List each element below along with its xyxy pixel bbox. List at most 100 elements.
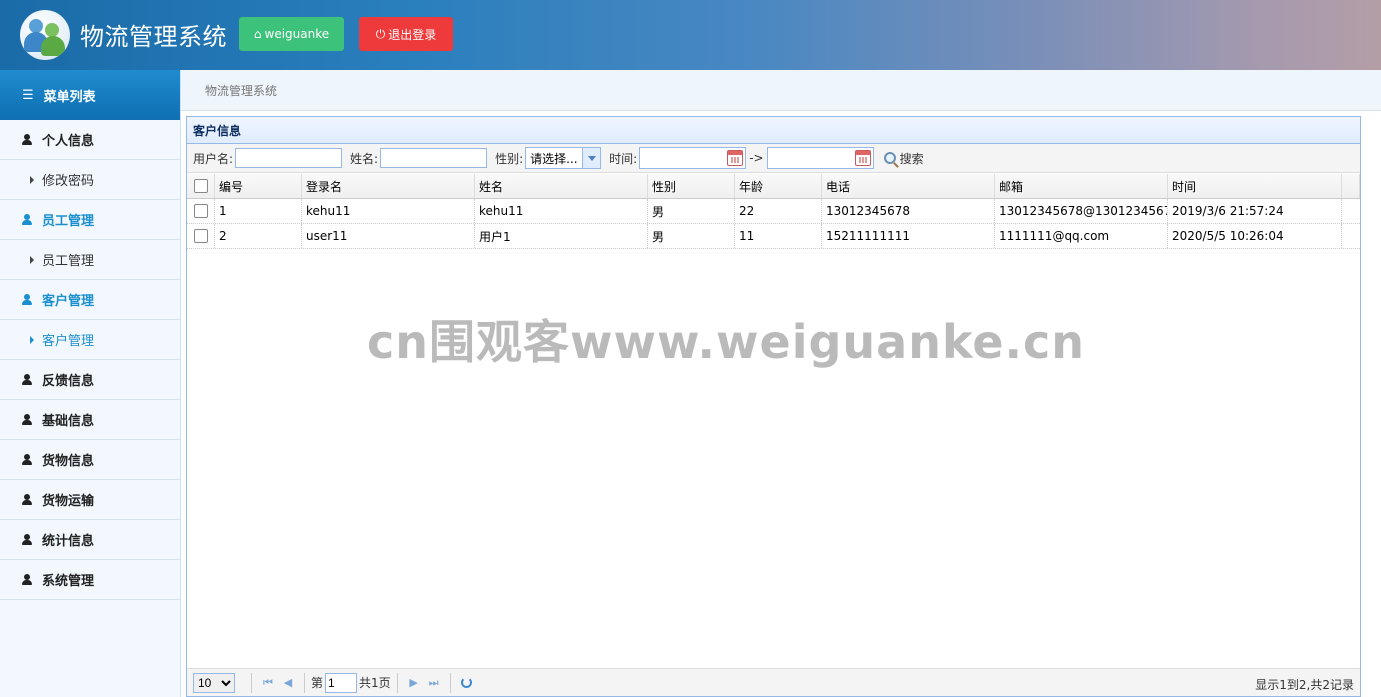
- sidebar-item-label: 反馈信息: [42, 374, 95, 389]
- column-header[interactable]: 时间: [1168, 174, 1342, 198]
- sidebar-group[interactable]: 系统管理: [0, 560, 180, 600]
- user-icon: [22, 294, 32, 305]
- column-header[interactable]: 年龄: [735, 174, 822, 198]
- top-header: 物流管理系统 ⌂ weiguanke ⏻ 退出登录: [0, 0, 1381, 70]
- table-cell: 2019/3/6 21:57:24: [1168, 199, 1342, 223]
- sidebar-subitem[interactable]: 修改密码: [0, 160, 180, 200]
- sex-select[interactable]: 请选择...: [525, 147, 602, 169]
- pager-separator: [251, 672, 252, 693]
- sidebar: ☰ 菜单列表 个人信息 修改密码 员工管理 员工管理 客户管理 客户管理 反馈信息 基础信息货…: [0, 70, 181, 697]
- pager-info: 显示1到2,共2记录: [1255, 678, 1354, 692]
- select-all-checkbox[interactable]: [193, 179, 208, 193]
- sidebar-item-label: 客户管理: [42, 334, 95, 349]
- first-page-icon[interactable]: ⏮: [258, 673, 278, 693]
- pager-separator: [449, 672, 451, 693]
- row-checkbox[interactable]: [193, 204, 208, 218]
- breadcrumb-item[interactable]: 物流管理系统: [205, 82, 277, 99]
- refresh-icon[interactable]: [457, 673, 477, 693]
- sidebar-group[interactable]: 统计信息: [0, 520, 180, 560]
- sidebar-group[interactable]: 反馈信息: [0, 360, 180, 400]
- sidebar-group[interactable]: 个人信息: [0, 120, 180, 160]
- calendar-icon[interactable]: [854, 150, 871, 166]
- sidebar-group[interactable]: 客户管理: [0, 280, 180, 320]
- grid-body: 1 kehu11 kehu11 男 22 13012345678 13012345678@1…: [187, 199, 1360, 249]
- user-icon: [22, 454, 32, 465]
- row-checkbox[interactable]: [193, 229, 208, 243]
- time-from-datebox[interactable]: [639, 147, 747, 169]
- column-header[interactable]: 电话: [822, 174, 995, 198]
- sidebar-item-label: 员工管理: [42, 254, 95, 269]
- sidebar-menu-list: 个人信息 修改密码 员工管理 员工管理 客户管理 客户管理 反馈信息 基础信息 货物信息 货物运输…: [0, 120, 180, 600]
- table-row[interactable]: 1 kehu11 kehu11 男 22 13012345678 13012345678@1…: [187, 199, 1360, 224]
- sidebar-group[interactable]: 货物运输: [0, 480, 180, 520]
- panel-title: 客户信息: [187, 117, 1360, 144]
- select-all-checkbox-cell: [187, 174, 215, 198]
- search-icon: [883, 152, 896, 164]
- table-cell: 15211111111: [822, 224, 995, 248]
- user-icon: [22, 534, 32, 545]
- range-arrow: ->: [749, 151, 764, 165]
- prev-page-icon[interactable]: ◀: [278, 673, 298, 693]
- name-label: 姓名:: [350, 151, 379, 166]
- table-cell: 用户1: [475, 224, 648, 248]
- calendar-icon[interactable]: [727, 150, 744, 166]
- customer-grid: 编号 登录名 姓名 性别 年龄 电话 邮箱 时间 1 kehu11 kehu11 男 22 130123…: [187, 174, 1360, 249]
- row-checkbox-cell: [187, 199, 215, 223]
- pager-separator: [396, 672, 398, 693]
- sidebar-subitem[interactable]: 客户管理: [0, 320, 180, 360]
- list-icon: ☰: [22, 87, 34, 103]
- user-icon: [22, 214, 32, 225]
- table-cell: 1111111@qq.com: [995, 224, 1168, 248]
- column-header[interactable]: 编号: [215, 174, 302, 198]
- page-prefix: 第: [311, 676, 324, 690]
- sidebar-group[interactable]: 员工管理: [0, 200, 180, 240]
- app-title: 物流管理系统: [80, 23, 227, 51]
- sex-label: 性别:: [495, 151, 524, 166]
- search-button[interactable]: 搜索: [883, 150, 924, 167]
- username-label: 用户名:: [193, 151, 234, 166]
- caret-right-icon: [30, 255, 34, 264]
- sidebar-group[interactable]: 货物信息: [0, 440, 180, 480]
- sidebar-menu-header: ☰ 菜单列表: [0, 70, 180, 120]
- table-row[interactable]: 2 user11 用户1 男 11 15211111111 1111111@qq.com 20…: [187, 224, 1360, 249]
- sidebar-item-label: 客户管理: [42, 294, 95, 309]
- sidebar-group[interactable]: 基础信息: [0, 400, 180, 440]
- next-page-icon[interactable]: ▶: [404, 673, 424, 693]
- page-total: 共1页: [359, 676, 391, 690]
- table-cell: 男: [648, 224, 735, 248]
- username-input[interactable]: [235, 148, 343, 168]
- sidebar-item-label: 货物运输: [42, 494, 95, 509]
- breadcrumb: 物流管理系统: [181, 70, 1381, 111]
- name-input[interactable]: [380, 148, 488, 168]
- last-page-icon[interactable]: ⏭: [424, 673, 444, 693]
- caret-right-icon: [30, 335, 34, 344]
- time-to-datebox[interactable]: [766, 147, 874, 169]
- user-icon: [22, 374, 32, 385]
- table-cell: kehu11: [475, 199, 648, 223]
- column-header[interactable]: 性别: [648, 174, 735, 198]
- page-number-input[interactable]: [325, 672, 358, 693]
- app-logo-icon: [20, 10, 70, 60]
- pager-separator: [304, 672, 305, 693]
- header-scroll-pad: [1342, 174, 1360, 198]
- pager: 10 ⏮ ◀ 第 共1页 ▶ ⏭ 显示1到2,共2记录: [187, 668, 1360, 696]
- table-cell: 13012345678@13012345678: [995, 199, 1168, 223]
- sidebar-item-label: 员工管理: [42, 214, 95, 229]
- user-icon: [22, 134, 32, 145]
- logout-button[interactable]: ⏻ 退出登录: [359, 17, 453, 51]
- home-icon: ⌂: [253, 27, 262, 41]
- table-cell: 2: [215, 224, 302, 248]
- table-cell: kehu11: [302, 199, 475, 223]
- home-button[interactable]: ⌂ weiguanke: [239, 17, 344, 51]
- table-cell: 22: [735, 199, 822, 223]
- column-header[interactable]: 姓名: [475, 174, 648, 198]
- sex-select-value: 请选择...: [530, 151, 578, 166]
- column-header[interactable]: 登录名: [302, 174, 475, 198]
- column-header[interactable]: 邮箱: [995, 174, 1168, 198]
- chevron-down-icon[interactable]: [582, 148, 601, 168]
- caret-right-icon: [30, 175, 34, 184]
- page-size-select[interactable]: 10: [193, 672, 235, 693]
- sidebar-subitem[interactable]: 员工管理: [0, 240, 180, 280]
- search-button-label: 搜索: [899, 151, 924, 166]
- sidebar-item-label: 统计信息: [42, 534, 95, 549]
